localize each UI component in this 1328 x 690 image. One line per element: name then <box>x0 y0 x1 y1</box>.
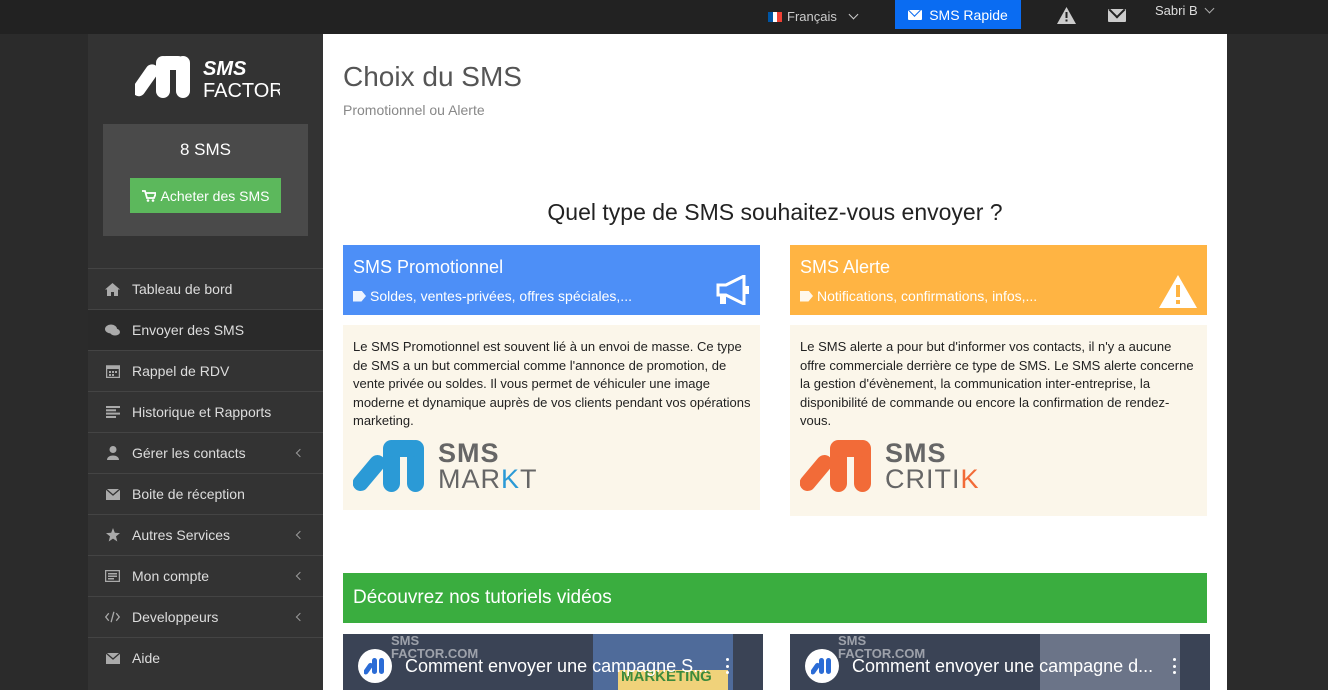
sidebar: SMS FACTOR 8 SMS Acheter des SMS Tableau… <box>88 34 323 690</box>
sms-promotionnel-card-header[interactable]: SMS Promotionnel Soldes, ventes-privées,… <box>343 245 760 315</box>
sms-rapide-label: SMS Rapide <box>929 6 1008 23</box>
sidebar-item-boite-de-reception[interactable]: Boite de réception <box>88 473 323 514</box>
tutorials-heading: Découvrez nos tutoriels vidéos <box>343 573 1207 623</box>
user-menu[interactable]: Sabri B <box>1155 3 1215 18</box>
sidebar-item-label: Aide <box>132 650 161 666</box>
channel-logo[interactable] <box>358 649 392 683</box>
warning-icon[interactable] <box>1057 7 1076 24</box>
sidebar-item-label: Mon compte <box>132 568 210 584</box>
sidebar-item-label: Historique et Rapports <box>132 404 272 420</box>
sidebar-item-label: Developpeurs <box>132 609 219 625</box>
sidebar-item-historique-et-rapports[interactable]: Historique et Rapports <box>88 391 323 432</box>
id-card-icon <box>105 569 120 584</box>
svg-text:FACTOR: FACTOR <box>203 80 280 102</box>
video-title: Comment envoyer une campagne S... <box>405 656 709 676</box>
buy-sms-button[interactable]: Acheter des SMS <box>130 178 281 213</box>
sidebar-nav: Tableau de bord Envoyer des SMS Rappel d… <box>88 268 323 678</box>
sms-factor-logo[interactable]: SMS FACTOR <box>132 52 284 107</box>
sidebar-item-label: Boite de réception <box>132 486 245 502</box>
comments-icon <box>105 323 120 338</box>
sms-balance-panel: 8 SMS Acheter des SMS <box>103 124 308 236</box>
sms-type-question: Quel type de SMS souhaitez-vous envoyer … <box>547 199 1003 225</box>
mail-icon[interactable] <box>1108 9 1126 22</box>
sidebar-item-mon-compte[interactable]: Mon compte <box>88 555 323 596</box>
tags-icon <box>353 290 366 302</box>
sms-markt-logo: SMS MARKT <box>353 438 538 494</box>
sidebar-item-label: Gérer les contacts <box>132 445 246 461</box>
brand-name-text: CRITI <box>885 464 961 494</box>
brand-name-end: T <box>520 464 538 494</box>
card-tags: Soldes, ventes-privées, offres spéciales… <box>353 288 632 304</box>
envelope-icon <box>908 9 923 20</box>
sms-alerte-card-body[interactable]: Le SMS alerte a pour but d'informer vos … <box>790 325 1207 516</box>
user-icon <box>105 446 120 461</box>
envelope-icon <box>105 487 120 502</box>
card-tags-text: Notifications, confirmations, infos,... <box>817 288 1038 304</box>
list-icon <box>105 405 120 420</box>
more-options-icon[interactable] <box>726 658 729 674</box>
cart-icon <box>141 189 156 202</box>
sms-promotionnel-card-body[interactable]: Le SMS Promotionnel est souvent lié à un… <box>343 325 760 510</box>
home-icon <box>105 282 120 297</box>
sidebar-item-label: Tableau de bord <box>132 281 233 297</box>
language-selector[interactable]: Français <box>768 9 859 24</box>
star-icon <box>105 528 120 543</box>
chevron-left-icon <box>295 530 305 540</box>
card-description: Le SMS Promotionnel est souvent lié à un… <box>353 339 751 428</box>
page-subtitle: Promotionnel ou Alerte <box>343 102 485 118</box>
sidebar-item-rappel-de-rdv[interactable]: Rappel de RDV <box>88 350 323 391</box>
top-navbar: Français SMS Rapide Sabri B <box>0 0 1328 34</box>
brand-sms-text: SMS <box>885 438 947 468</box>
sms-rapide-button[interactable]: SMS Rapide <box>895 0 1021 29</box>
sidebar-item-developpeurs[interactable]: Developpeurs <box>88 596 323 637</box>
sidebar-item-autres-services[interactable]: Autres Services <box>88 514 323 555</box>
brand-name-accent: K <box>501 464 521 494</box>
sidebar-item-aide[interactable]: Aide <box>88 637 323 678</box>
megaphone-icon <box>716 275 749 305</box>
chevron-down-icon <box>1204 3 1215 14</box>
chevron-left-icon <box>295 612 305 622</box>
buy-sms-label: Acheter des SMS <box>160 187 270 204</box>
page-title: Choix du SMS <box>343 61 522 92</box>
envelope-icon <box>105 651 120 666</box>
card-title: SMS Alerte <box>800 257 891 277</box>
france-flag-icon <box>768 11 783 22</box>
brand-sms-text: SMS <box>438 438 500 468</box>
chevron-left-icon <box>295 448 305 458</box>
sidebar-item-envoyer-des-sms[interactable]: Envoyer des SMS <box>88 309 323 350</box>
sidebar-item-label: Envoyer des SMS <box>132 322 245 338</box>
main-content: Choix du SMS Promotionnel ou Alerte Quel… <box>323 34 1227 690</box>
sms-critik-logo: SMS CRITIK <box>800 438 980 494</box>
calendar-icon <box>105 364 120 379</box>
tutorial-video-2[interactable]: SMS FACTOR.COM Comment envoyer une campag… <box>790 634 1210 690</box>
chevron-down-icon <box>848 9 859 20</box>
tags-icon <box>800 290 813 302</box>
video-title: Comment envoyer une campagne d... <box>852 656 1154 676</box>
brand-name-text: MAR <box>438 464 501 494</box>
card-tags: Notifications, confirmations, infos,... <box>800 288 1037 304</box>
code-icon <box>105 610 120 625</box>
svg-text:SMS: SMS <box>203 58 247 80</box>
sidebar-item-label: Autres Services <box>132 527 231 543</box>
card-tags-text: Soldes, ventes-privées, offres spéciales… <box>370 288 632 304</box>
sms-balance: 8 SMS <box>179 140 232 159</box>
brand-name-accent: K <box>960 464 980 494</box>
card-title: SMS Promotionnel <box>353 257 504 277</box>
more-options-icon[interactable] <box>1173 658 1176 674</box>
sidebar-item-gerer-les-contacts[interactable]: Gérer les contacts <box>88 432 323 473</box>
tutorial-video-1[interactable]: MARKETING SMS FACTOR.COM Comment envoyer … <box>343 634 763 690</box>
language-label: Français <box>787 9 837 24</box>
sidebar-item-tableau-de-bord[interactable]: Tableau de bord <box>88 268 323 309</box>
sms-alerte-card-header[interactable]: SMS Alerte Notifications, confirmations,… <box>790 245 1207 315</box>
channel-logo[interactable] <box>805 649 839 683</box>
sidebar-item-label: Rappel de RDV <box>132 363 230 379</box>
card-description: Le SMS alerte a pour but d'informer vos … <box>800 339 1194 428</box>
user-name: Sabri B <box>1155 3 1198 18</box>
chevron-left-icon <box>295 571 305 581</box>
warning-icon <box>1159 275 1197 308</box>
